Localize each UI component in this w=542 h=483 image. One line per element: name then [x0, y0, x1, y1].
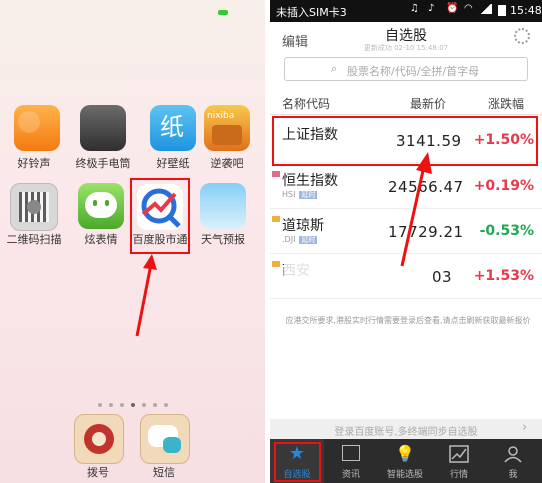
signal-icon	[480, 4, 492, 14]
tab-market[interactable]: 行情	[432, 439, 486, 483]
alarm-icon: ⏰	[446, 3, 459, 14]
ringtone-icon[interactable]	[14, 105, 60, 151]
mute-icon: ♪	[428, 3, 435, 14]
tab-smart-pick[interactable]: 💡 智能选股	[378, 439, 432, 483]
clock-text: 15:48	[510, 4, 542, 17]
tab-me[interactable]: 我	[486, 439, 540, 483]
news-icon	[342, 445, 360, 461]
page-title: 自选股	[385, 28, 427, 44]
nav-bar: 编辑 自选股 更新成功 02-10 15:48:07	[270, 22, 542, 54]
hk-quote-note: 应港交所要求,港股实时行情需要登录后查看,请点击刷新获取最新报价	[285, 316, 531, 325]
delay-badge: 延时	[299, 236, 318, 244]
battery-icon	[498, 5, 506, 16]
market-chart-icon	[449, 445, 469, 463]
tab-news[interactable]: 资讯	[324, 439, 378, 483]
search-icon: ⌕	[331, 62, 338, 75]
app-label-sms: 短信	[153, 466, 175, 479]
tab-label: 资讯	[341, 470, 360, 480]
stock-change: +1.53%	[473, 268, 534, 284]
user-icon	[504, 446, 522, 463]
app-label-weather: 天气预报	[201, 233, 245, 246]
app-label-flashlight: 终极手电筒	[75, 157, 131, 170]
col-change: 涨跌幅	[488, 97, 525, 111]
login-sync-bar[interactable]: 登录百度账号,多终端同步自选股 ›	[270, 419, 542, 439]
app-label-ringtone: 好铃声	[17, 157, 51, 170]
update-time: 更新成功 02-10 15:48:07	[363, 44, 449, 52]
app-label-dialer: 拨号	[87, 466, 109, 479]
tab-label: 我	[508, 470, 518, 480]
chevron-right-icon: ›	[522, 420, 528, 435]
search-placeholder: 股票名称/代码/全拼/首字母	[347, 65, 480, 78]
headphone-icon: ♫	[410, 3, 419, 14]
wallpaper-icon[interactable]: 纸	[150, 105, 196, 151]
stock-code-wrap: .DJI 延时	[282, 235, 318, 245]
tab-label: 行情	[449, 470, 468, 480]
qr-scanner-icon[interactable]	[10, 183, 58, 231]
stock-code-wrap: HSI 延时	[282, 190, 318, 200]
stock-code: HSI	[282, 190, 296, 199]
tab-label: 智能选股	[386, 470, 423, 480]
login-prompt: 登录百度账号,多终端同步自选股	[334, 427, 478, 438]
dialer-icon[interactable]	[74, 414, 124, 464]
carrier-text: 未插入SIM卡3	[276, 6, 347, 19]
pointer-arrow-right	[400, 152, 432, 267]
nixiba-icon[interactable]: nixiba	[204, 105, 250, 151]
status-bar: 未插入SIM卡3 ♫ ♪ ⏰ ◠ 15:48	[270, 0, 542, 22]
nixiba-glyph: nixiba	[207, 111, 235, 121]
list-header: 名称代码 最新价 涨跌幅	[270, 90, 542, 115]
col-price: 最新价	[410, 97, 447, 111]
search-input[interactable]: ⌕ 股票名称/代码/全拼/首字母	[284, 57, 528, 81]
lightbulb-icon: 💡	[395, 444, 415, 463]
highlight-box-tab	[274, 442, 321, 482]
us-flag-icon	[272, 216, 280, 222]
battery-indicator	[218, 10, 228, 15]
hk-flag-icon	[272, 171, 280, 177]
flag-icon	[272, 261, 280, 267]
home-screen: 纸 nixiba 好铃声 终极手电筒 好壁纸 逆袭吧 二维码扫描 炫表情 百度股…	[0, 0, 265, 483]
stock-name: 恒生指数	[282, 173, 338, 189]
stock-code: .DJI	[282, 235, 296, 244]
stock-change: +0.19%	[473, 178, 534, 194]
stock-price: 03	[432, 268, 453, 286]
stock-app-screen: 未插入SIM卡3 ♫ ♪ ⏰ ◠ 15:48 编辑 自选股 更新成功 02-10…	[270, 0, 542, 483]
highlight-box-app	[130, 178, 190, 254]
app-label-qr: 二维码扫描	[6, 233, 62, 246]
stock-name: 道琼斯	[282, 218, 324, 234]
wallpaper-glyph: 纸	[160, 113, 184, 141]
delay-badge: 延时	[299, 191, 318, 199]
page-indicator	[98, 392, 175, 411]
emoji-icon[interactable]	[78, 183, 124, 229]
col-name: 名称代码	[282, 97, 331, 111]
pointer-arrow-left	[135, 254, 157, 337]
weather-icon[interactable]	[200, 183, 246, 229]
stock-change: -0.53%	[479, 223, 534, 239]
refresh-icon[interactable]	[514, 28, 530, 44]
wifi-icon: ◠	[464, 3, 473, 14]
app-label-nixiba: 逆袭吧	[210, 157, 244, 170]
flashlight-icon[interactable]	[80, 105, 126, 151]
sms-icon[interactable]	[140, 414, 190, 464]
